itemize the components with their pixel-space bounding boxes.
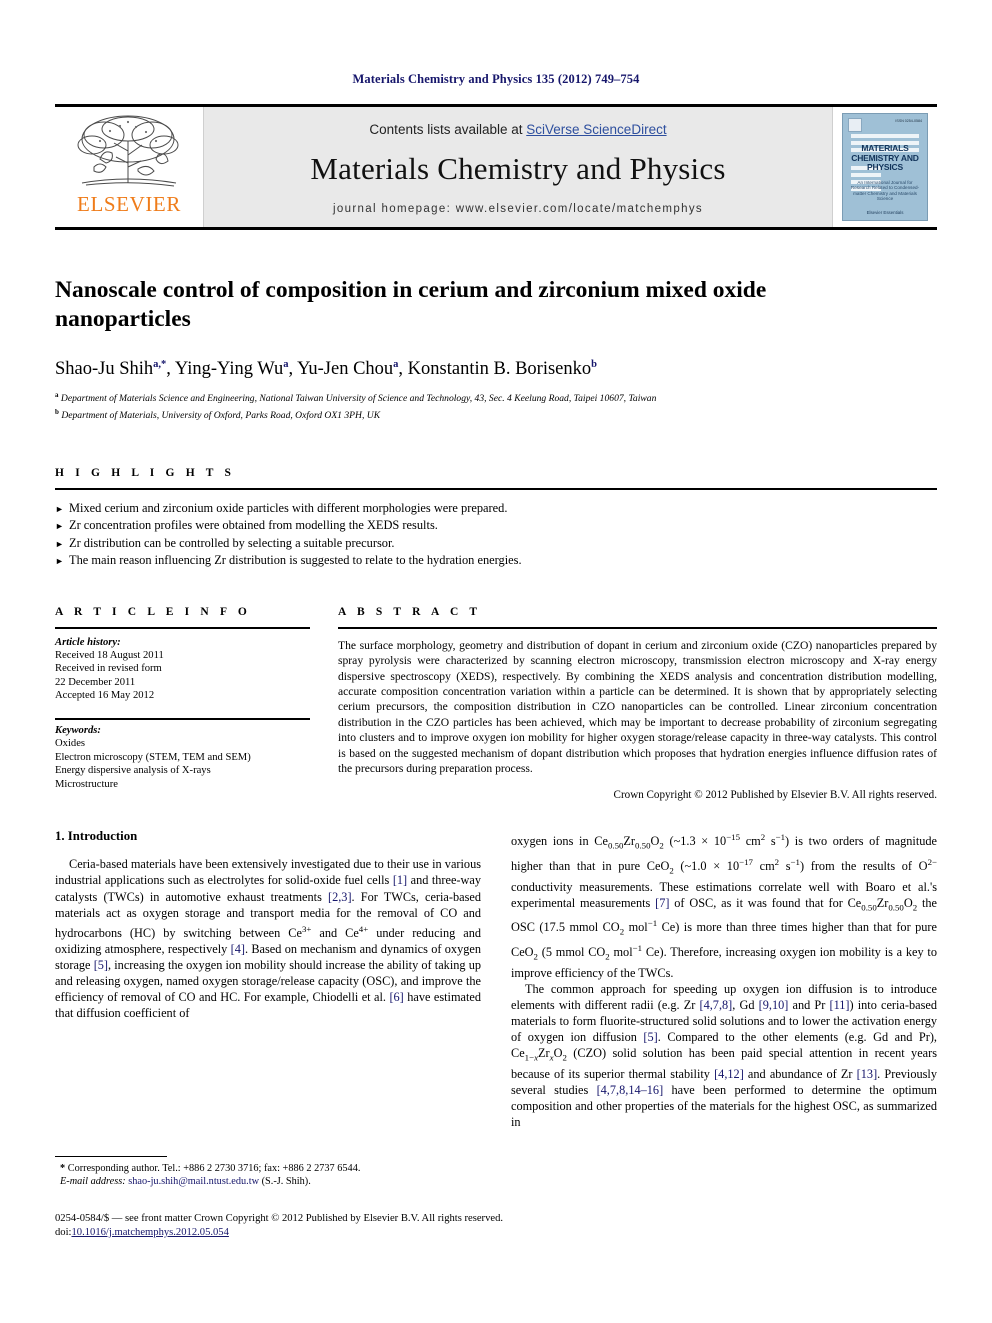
intro-paragraph: Ceria-based materials have been extensiv… xyxy=(55,857,482,1021)
affiliation-b: b Department of Materials, University of… xyxy=(55,407,381,422)
page-footer: 0254-0584/$ — see front matter Crown Cop… xyxy=(55,1212,935,1239)
affiliation-a: a Department of Materials Science and En… xyxy=(55,391,657,405)
footnote-rule xyxy=(55,1156,167,1157)
abstract-body: The surface morphology, geometry and dis… xyxy=(338,629,937,802)
cover-elsevier-mark-icon xyxy=(848,118,862,132)
journal-title: Materials Chemistry and Physics xyxy=(310,150,726,186)
body-columns: 1. Introduction Ceria-based materials ha… xyxy=(55,829,937,1130)
author-list: Shao-Ju Shiha,*, Ying-Ying Wua, Yu-Jen C… xyxy=(55,359,597,380)
abstract-section: A B S T R A C T The surface morphology, … xyxy=(338,605,937,802)
introduction-heading: 1. Introduction xyxy=(55,829,138,844)
highlight-item: ► Mixed cerium and zirconium oxide partic… xyxy=(55,500,937,518)
article-history-label: Article history: xyxy=(55,636,121,648)
keyword-item: Microstructure xyxy=(55,778,118,790)
masthead-center: Contents lists available at SciVerse Sci… xyxy=(203,107,833,227)
abstract-heading: A B S T R A C T xyxy=(338,605,482,618)
corresponding-author-footnote: * Corresponding author. Tel.: +886 2 273… xyxy=(55,1156,481,1188)
keyword-item: Electron microscopy (STEM, TEM and SEM) xyxy=(55,751,251,763)
journal-article-page: Materials Chemistry and Physics 135 (201… xyxy=(0,0,992,1323)
triangle-right-icon: ► xyxy=(55,521,64,532)
corresponding-author-line: * Corresponding author. Tel.: +886 2 273… xyxy=(60,1163,361,1174)
journal-cover-thumbnail: ISSN 0254-0584 MATERIALS CHEMISTRY AND P… xyxy=(842,113,928,221)
article-info-section: A R T I C L E I N F O Article history: R… xyxy=(55,606,310,802)
intro-paragraph: The common approach for speeding up oxyg… xyxy=(511,981,937,1129)
elsevier-wordmark: ELSEVIER xyxy=(77,192,181,216)
cover-subtitle: An International Journal for Research Re… xyxy=(850,180,920,202)
journal-cover-block: ISSN 0254-0584 MATERIALS CHEMISTRY AND P… xyxy=(833,107,937,227)
doi-link[interactable]: 10.1016/j.matchemphys.2012.05.054 xyxy=(71,1227,228,1238)
article-info-body: Article history: Received 18 August 2011… xyxy=(55,629,310,791)
contents-available-line: Contents lists available at SciVerse Sci… xyxy=(369,122,666,137)
cover-title: MATERIALS CHEMISTRY AND PHYSICS xyxy=(851,143,919,172)
issn-front-matter-line: 0254-0584/$ — see front matter Crown Cop… xyxy=(55,1213,504,1224)
highlights-list: ► Mixed cerium and zirconium oxide partic… xyxy=(55,490,937,570)
article-history-line: Received in revised form xyxy=(55,663,162,675)
triangle-right-icon: ► xyxy=(55,503,64,514)
triangle-right-icon: ► xyxy=(55,538,64,549)
info-abstract-row: A R T I C L E I N F O Article history: R… xyxy=(55,605,937,802)
keywords-rule xyxy=(55,718,310,721)
article-history-line: Received 18 August 2011 xyxy=(55,649,164,661)
keyword-item: Oxides xyxy=(55,738,86,750)
journal-masthead: ELSEVIER Contents lists available at Sci… xyxy=(55,104,937,230)
triangle-right-icon: ► xyxy=(55,556,64,567)
keyword-item: Energy dispersive analysis of X-rays xyxy=(55,765,211,777)
article-history-line: 22 December 2011 xyxy=(55,676,136,688)
cover-footer: Elsevier Essentials xyxy=(866,210,904,215)
email-address-line: E-mail address: shao-ju.shih@mail.ntust.… xyxy=(60,1176,311,1188)
highlights-section: H I G H L I G H T S ► Mixed cerium and zi… xyxy=(55,467,937,570)
elsevier-logo-block: ELSEVIER xyxy=(55,107,203,227)
highlight-item: ► The main reason influencing Zr distribu… xyxy=(55,552,937,570)
article-history-line: Accepted 16 May 2012 xyxy=(55,689,155,701)
abstract-copyright: Crown Copyright © 2012 Published by Else… xyxy=(613,789,937,802)
article-info-heading: A R T I C L E I N F O xyxy=(55,605,251,618)
cover-issn: ISSN 0254-0584 xyxy=(895,119,922,123)
title-block: Nanoscale control of composition in ceri… xyxy=(55,276,937,423)
highlight-item: ► Zr concentration profiles were obtained… xyxy=(55,517,937,535)
keywords-label: Keywords: xyxy=(55,725,101,737)
elsevier-tree-logo xyxy=(70,111,188,193)
body-column-right: oxygen ions in Ce0.50Zr0.50O2 (~1.3 × 10… xyxy=(511,829,937,1130)
doi-label: doi: xyxy=(55,1226,72,1238)
doi-line: doi:10.1016/j.matchemphys.2012.05.054 xyxy=(55,1226,935,1240)
highlight-item: ► Zr distribution can be controlled by se… xyxy=(55,535,937,553)
highlights-heading: H I G H L I G H T S xyxy=(55,466,236,479)
intro-paragraph: oxygen ions in Ce0.50Zr0.50O2 (~1.3 × 10… xyxy=(511,832,937,980)
journal-homepage[interactable]: journal homepage: www.elsevier.com/locat… xyxy=(333,203,703,215)
article-title: Nanoscale control of composition in ceri… xyxy=(55,277,767,332)
running-head: Materials Chemistry and Physics 135 (201… xyxy=(352,72,640,86)
contents-available-text: Contents lists available at xyxy=(369,121,527,137)
body-column-left: 1. Introduction Ceria-based materials ha… xyxy=(55,829,481,1130)
sciencedirect-link[interactable]: SciVerse ScienceDirect xyxy=(526,122,666,137)
abstract-text: The surface morphology, geometry and dis… xyxy=(338,638,937,775)
